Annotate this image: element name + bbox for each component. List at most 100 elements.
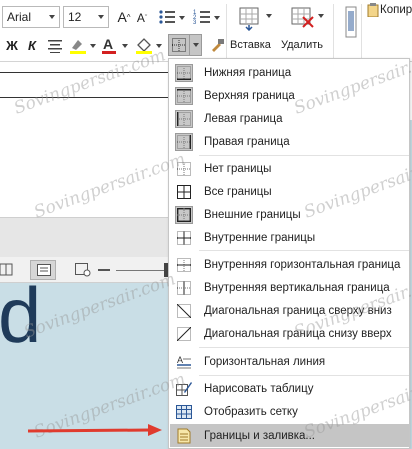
menu-item-label: Диагональная граница сверху вниз: [204, 304, 392, 317]
menu-item-inside-vertical-border[interactable]: Внутренняя вертикальная граница: [170, 276, 409, 299]
view-gridlines-icon: [175, 403, 193, 421]
highlighter-icon: [70, 40, 96, 54]
font-size-combobox[interactable]: 12: [63, 6, 109, 28]
border-left-icon: [175, 109, 193, 128]
menu-item-label: Нижняя граница: [204, 66, 292, 79]
chevron-down-icon[interactable]: [266, 14, 272, 18]
menu-item-all-borders[interactable]: Все границы: [170, 180, 409, 203]
bold-button[interactable]: Ж: [4, 36, 20, 54]
border-all-icon: [175, 183, 193, 201]
document-page-area[interactable]: [0, 62, 168, 217]
table-properties-icon[interactable]: [344, 4, 358, 40]
bullets-icon: [159, 10, 185, 24]
border-all-dotted-icon: [172, 38, 186, 52]
border-diagonal-up-icon: [175, 325, 193, 343]
menu-item-view-gridlines[interactable]: Отобразить сетку: [170, 400, 409, 423]
table-border-line: [0, 97, 168, 98]
ribbon-separator: [226, 4, 227, 58]
borders-dropdown-menu: Нижняя граница Верхняя граница Левая гра…: [168, 58, 410, 449]
document-heading-text: d: [0, 271, 42, 359]
menu-separator: [199, 347, 409, 348]
menu-item-outside-borders[interactable]: Внешние границы: [170, 203, 409, 226]
border-inside-icon: [175, 229, 193, 247]
menu-item-label: Внешние границы: [204, 208, 301, 221]
red-arrow-annotation: [28, 424, 162, 436]
menu-item-label: Внутренняя вертикальная граница: [204, 281, 390, 294]
menu-item-horizontal-line[interactable]: A Горизонтальная линия: [170, 350, 409, 373]
horizontal-line-icon: A: [175, 353, 193, 371]
menu-item-label: Верхняя граница: [204, 89, 295, 102]
zoom-out-icon[interactable]: [98, 269, 110, 271]
chevron-down-icon[interactable]: [94, 7, 108, 27]
document-gap: [0, 217, 168, 257]
grow-font-icon[interactable]: A ^: [116, 7, 132, 27]
menu-item-top-border[interactable]: Верхняя граница: [170, 84, 409, 107]
menu-item-diagonal-down-border[interactable]: Диагональная граница сверху вниз: [170, 299, 409, 322]
menu-item-inside-horizontal-border[interactable]: Внутренняя горизонтальная граница: [170, 253, 409, 276]
menu-separator: [199, 250, 409, 251]
insert-cells-icon[interactable]: [236, 4, 264, 32]
fill-color-button[interactable]: [134, 36, 164, 56]
draw-table-icon: [175, 380, 193, 398]
highlight-button[interactable]: [68, 36, 98, 56]
menu-separator: [199, 375, 409, 376]
menu-item-label: Границы и заливка...: [204, 429, 315, 442]
web-layout-icon[interactable]: [75, 263, 91, 277]
shrink-font-icon[interactable]: Aˇ: [135, 9, 149, 27]
delete-cells-icon[interactable]: [288, 4, 316, 32]
menu-item-diagonal-up-border[interactable]: Диагональная граница снизу вверх: [170, 322, 409, 345]
font-color-icon: A: [102, 36, 128, 54]
svg-text:3: 3: [193, 20, 197, 26]
numbering-button[interactable]: 1 2 3: [192, 7, 222, 27]
font-color-button[interactable]: A: [100, 36, 130, 56]
menu-item-no-border[interactable]: Нет границы: [170, 157, 409, 180]
menu-item-label: Все границы: [204, 185, 272, 198]
menu-item-label: Внутренняя горизонтальная граница: [204, 258, 401, 271]
borders-dropdown-arrow[interactable]: [190, 34, 202, 56]
bullets-button[interactable]: [157, 7, 187, 27]
italic-button[interactable]: К: [24, 36, 40, 54]
font-name-value: Arial: [7, 10, 32, 24]
borders-button[interactable]: [168, 34, 190, 56]
ribbon-separator: [361, 4, 362, 58]
menu-item-label: Диагональная граница снизу вверх: [204, 327, 392, 340]
menu-item-borders-and-shading[interactable]: Границы и заливка...: [170, 424, 409, 447]
border-none-icon: [175, 160, 193, 178]
delete-button-label[interactable]: Удалить: [281, 39, 323, 51]
menu-item-label: Нет границы: [204, 162, 272, 175]
font-name-combobox[interactable]: Arial: [2, 6, 60, 28]
zoom-slider[interactable]: [116, 270, 168, 271]
ribbon-separator: [333, 4, 334, 58]
menu-item-label: Левая граница: [204, 112, 283, 125]
menu-item-label: Внутренние границы: [204, 231, 316, 244]
copy-button-label[interactable]: Копир: [380, 4, 412, 16]
font-size-value: 12: [68, 10, 82, 24]
menu-item-right-border[interactable]: Правая граница: [170, 130, 409, 153]
borders-shading-icon: [175, 427, 193, 445]
border-right-icon: [175, 132, 193, 151]
border-top-icon: [175, 86, 193, 105]
border-outside-icon: [175, 205, 193, 224]
menu-item-label: Горизонтальная линия: [204, 355, 326, 368]
numbering-icon: 1 2 3: [193, 10, 220, 26]
border-diagonal-down-icon: [175, 302, 193, 320]
align-center-icon: [48, 40, 62, 53]
border-inside-horizontal-icon: [175, 256, 193, 274]
clipboard-copy-icon[interactable]: [366, 2, 380, 18]
ribbon: Arial 12 A ^ Aˇ 1 2 3 Ж К A Вставка Удал…: [0, 0, 412, 62]
border-inside-vertical-icon: [175, 279, 193, 297]
svg-text:A: A: [103, 36, 113, 52]
chevron-down-icon[interactable]: [318, 14, 324, 18]
paint-bucket-icon: [136, 38, 162, 54]
table-border-line: [0, 72, 168, 73]
menu-item-inside-borders[interactable]: Внутренние границы: [170, 226, 409, 249]
format-painter-icon[interactable]: [208, 36, 226, 54]
align-button[interactable]: [46, 37, 64, 55]
menu-separator: [199, 155, 409, 156]
insert-button-label[interactable]: Вставка: [230, 39, 271, 51]
menu-item-bottom-border[interactable]: Нижняя граница: [170, 61, 409, 84]
menu-item-left-border[interactable]: Левая граница: [170, 107, 409, 130]
menu-item-label: Отобразить сетку: [204, 405, 298, 418]
chevron-down-icon[interactable]: [45, 7, 59, 27]
menu-item-draw-table[interactable]: Нарисовать таблицу: [170, 377, 409, 400]
